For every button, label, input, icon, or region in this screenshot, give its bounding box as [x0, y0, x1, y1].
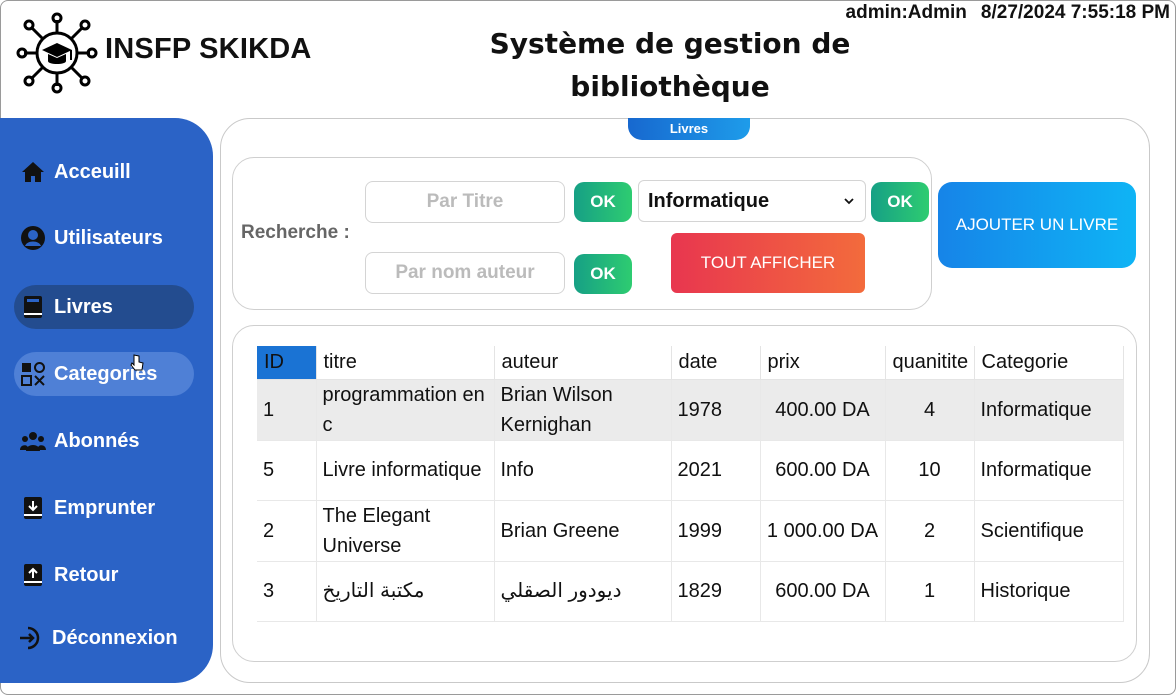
category-select-value: Informatique — [648, 189, 770, 212]
books-table: ID titre auteur date prix quanitite Cate… — [257, 346, 1124, 622]
title-search-input[interactable]: Par Titre — [365, 181, 565, 223]
logout-icon — [20, 626, 40, 650]
cell-prix: 600.00 DA — [760, 561, 886, 622]
cell-quantite: 10 — [885, 440, 975, 501]
session-info: admin:Admin 8/27/2024 7:55:18 PM — [846, 2, 1170, 24]
cell-auteur: Brian Greene — [494, 500, 672, 562]
mouse-cursor-icon — [130, 354, 144, 371]
borrow-icon — [24, 497, 42, 519]
sidebar-item-acceuill[interactable]: Acceuill — [14, 150, 194, 194]
title-search-ok-button[interactable]: OK — [574, 182, 632, 222]
table-row[interactable]: 2 The Elegant Universe Brian Greene 1999… — [257, 500, 1124, 562]
current-user: admin:Admin — [845, 2, 967, 23]
cell-auteur: ديودور الصقلي — [494, 561, 672, 622]
categories-icon — [21, 362, 45, 386]
column-header-date[interactable]: date — [671, 346, 761, 380]
sidebar-item-label: Abonnés — [54, 429, 140, 452]
sidebar — [0, 118, 213, 683]
brand-name: INSFP SKIKDA — [105, 33, 312, 65]
page-title-line2: bibliothèque — [570, 70, 770, 103]
cell-id: 1 — [257, 379, 317, 441]
cell-id: 3 — [257, 561, 317, 622]
column-header-quantite[interactable]: quanitite — [885, 346, 975, 380]
sidebar-item-utilisateurs[interactable]: Utilisateurs — [14, 216, 194, 260]
chevron-down-icon — [844, 198, 854, 205]
subscribers-icon — [20, 432, 46, 451]
table-row[interactable]: 5 Livre informatique Info 2021 600.00 DA… — [257, 440, 1124, 501]
user-icon — [21, 226, 45, 250]
sidebar-item-deconnexion[interactable]: Déconnexion — [12, 616, 202, 660]
panel-tab-livres: Livres — [628, 118, 750, 140]
category-select[interactable]: Informatique — [638, 180, 866, 222]
sidebar-item-emprunter[interactable]: Emprunter — [14, 486, 194, 530]
page-title-line1: Système de gestion de — [489, 27, 851, 60]
cell-prix: 1 000.00 DA — [760, 500, 886, 562]
cell-date: 1999 — [671, 500, 761, 562]
book-icon — [24, 296, 42, 318]
page-title: Système de gestion de bibliothèque — [470, 22, 870, 108]
search-label: Recherche : — [241, 222, 350, 243]
column-header-prix[interactable]: prix — [760, 346, 886, 380]
category-search-ok-button[interactable]: OK — [871, 182, 929, 222]
table-header-row: ID titre auteur date prix quanitite Cate… — [257, 346, 1124, 380]
sidebar-item-label: Emprunter — [54, 496, 156, 519]
cell-auteur: Brian Wilson Kernighan — [494, 379, 672, 441]
cell-prix: 600.00 DA — [760, 440, 886, 501]
column-header-titre[interactable]: titre — [316, 346, 495, 380]
author-search-ok-button[interactable]: OK — [574, 254, 632, 294]
current-datetime: 8/27/2024 7:55:18 PM — [980, 2, 1170, 23]
cell-categorie: Informatique — [974, 440, 1124, 501]
graduation-cap-logo-icon — [16, 12, 98, 94]
cell-quantite: 4 — [885, 379, 975, 441]
sidebar-item-label: Utilisateurs — [54, 226, 163, 249]
cell-date: 2021 — [671, 440, 761, 501]
sidebar-item-label: Acceuill — [54, 160, 131, 183]
sidebar-item-categories[interactable]: Categories — [14, 352, 194, 396]
home-icon — [22, 162, 44, 182]
cell-auteur: Info — [494, 440, 672, 501]
sidebar-item-label: Livres — [54, 295, 113, 318]
cell-prix: 400.00 DA — [760, 379, 886, 441]
cell-id: 5 — [257, 440, 317, 501]
return-icon — [24, 564, 42, 586]
author-search-input[interactable]: Par nom auteur — [365, 252, 565, 294]
cell-categorie: Informatique — [974, 379, 1124, 441]
cell-titre: مكتبة التاريخ — [316, 561, 495, 622]
cell-date: 1829 — [671, 561, 761, 622]
cell-titre: The Elegant Universe — [316, 500, 495, 562]
sidebar-item-retour[interactable]: Retour — [14, 553, 194, 597]
show-all-button[interactable]: TOUT AFFICHER — [671, 233, 865, 293]
table-row[interactable]: 3 مكتبة التاريخ ديودور الصقلي 1829 600.0… — [257, 561, 1124, 622]
cell-id: 2 — [257, 500, 317, 562]
cell-titre: programmation en c — [316, 379, 495, 441]
cell-date: 1978 — [671, 379, 761, 441]
sidebar-item-label: Déconnexion — [52, 626, 178, 649]
sidebar-item-livres[interactable]: Livres — [14, 285, 194, 329]
sidebar-item-label: Retour — [54, 563, 119, 586]
column-header-auteur[interactable]: auteur — [494, 346, 672, 380]
column-header-id[interactable]: ID — [257, 346, 317, 380]
cell-titre: Livre informatique — [316, 440, 495, 501]
table-row[interactable]: 1 programmation en c Brian Wilson Kernig… — [257, 379, 1124, 441]
sidebar-item-abonnes[interactable]: Abonnés — [14, 419, 194, 463]
column-header-categorie[interactable]: Categorie — [974, 346, 1124, 380]
cell-quantite: 1 — [885, 561, 975, 622]
cell-categorie: Historique — [974, 561, 1124, 622]
cell-quantite: 2 — [885, 500, 975, 562]
cell-categorie: Scientifique — [974, 500, 1124, 562]
add-book-button[interactable]: AJOUTER UN LIVRE — [938, 182, 1136, 268]
